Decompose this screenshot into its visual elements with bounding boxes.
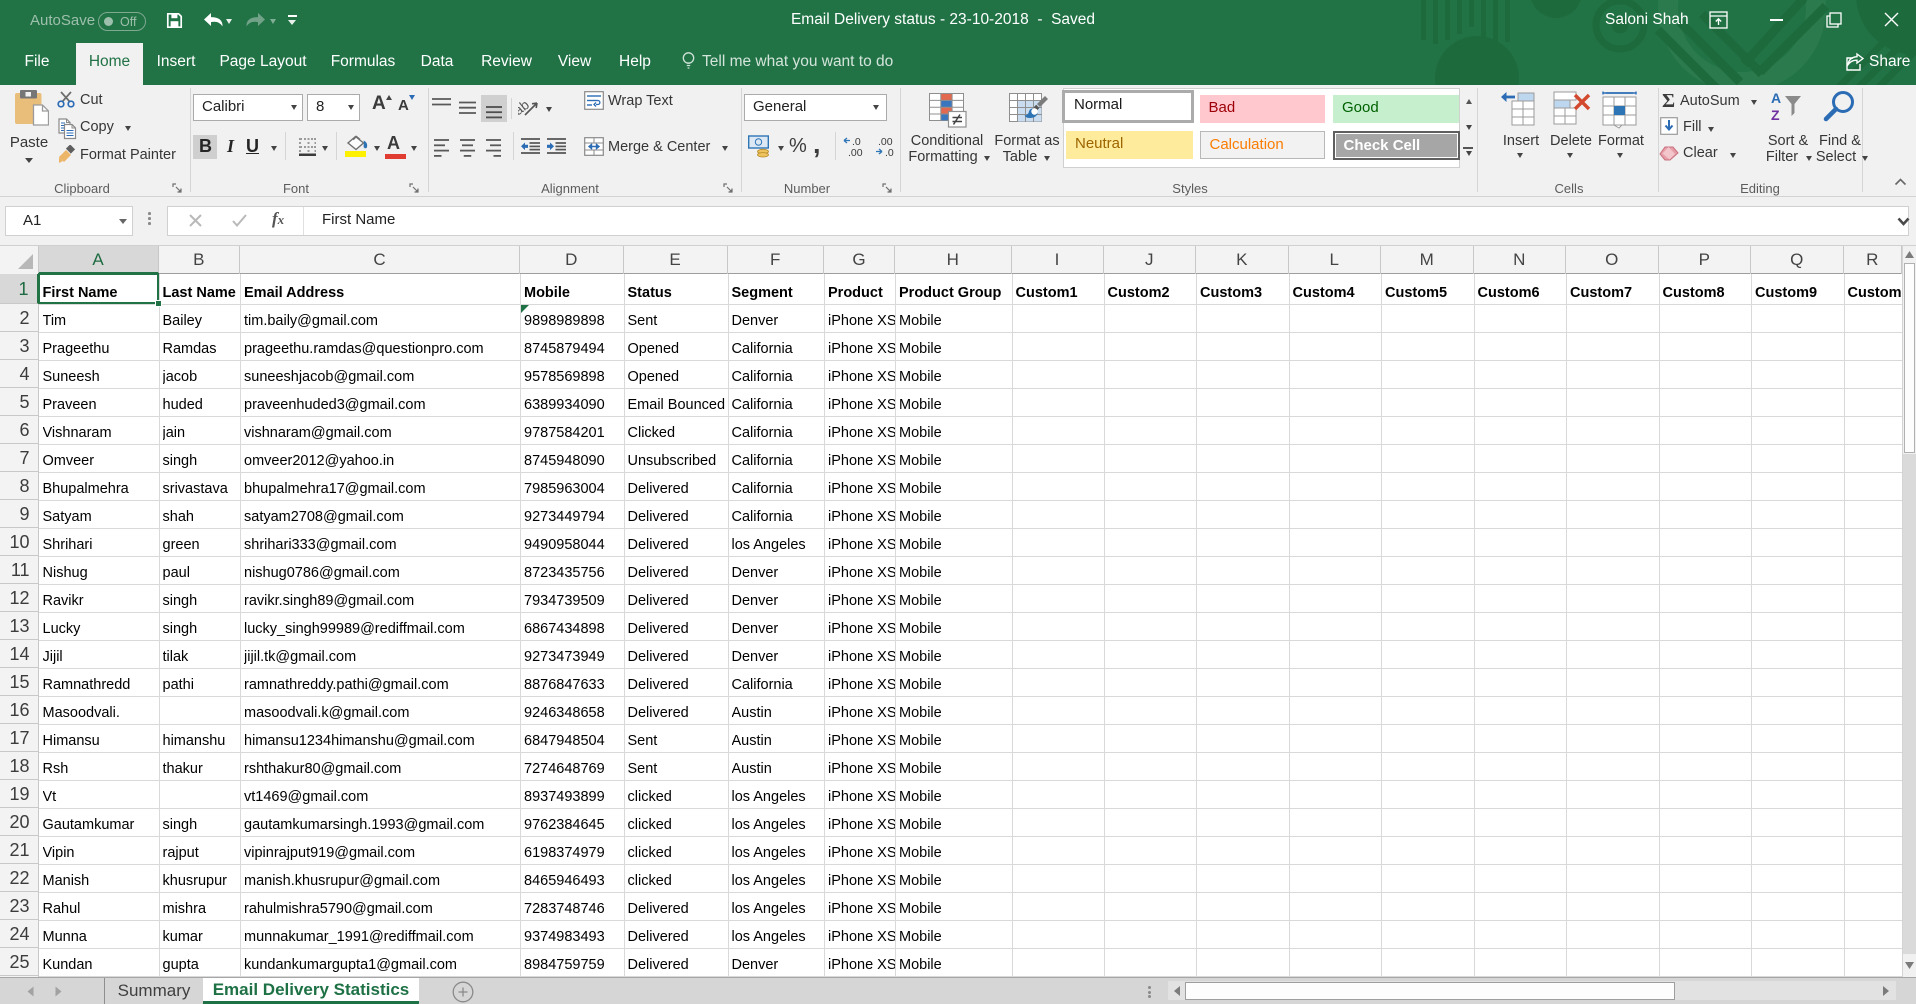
svg-text:.00: .00 [848,147,863,158]
svg-text:.0: .0 [885,147,894,158]
svg-text:ab: ab [518,98,532,118]
svg-text:A: A [1771,90,1781,106]
svg-text:Z: Z [1771,107,1780,123]
